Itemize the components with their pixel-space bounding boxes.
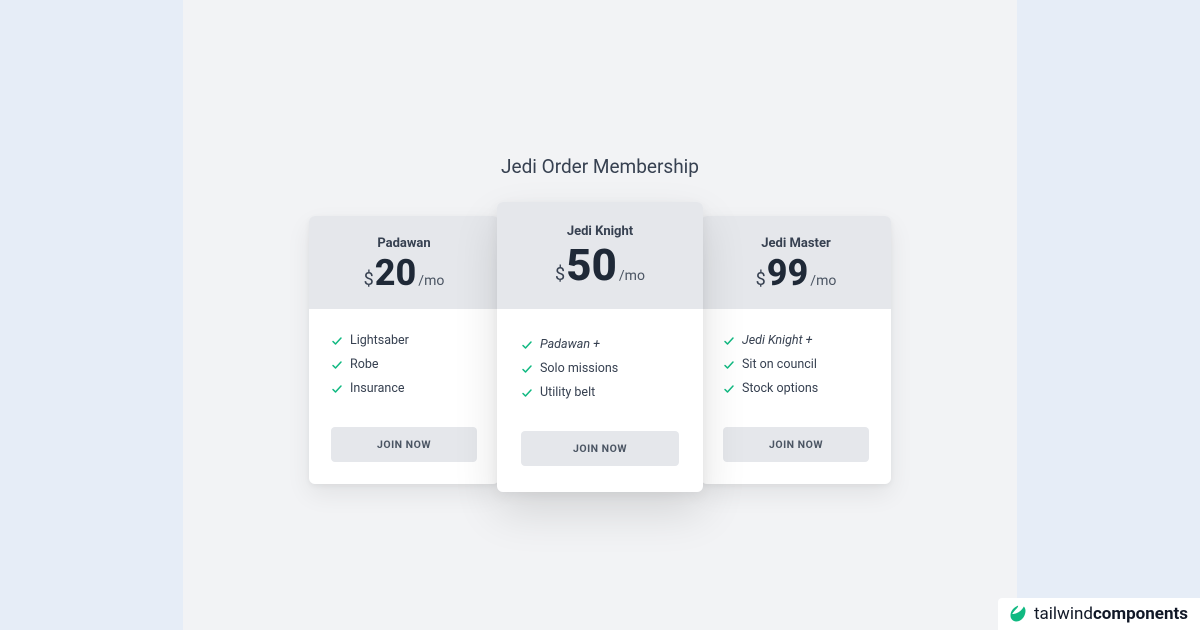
feature-item: Sit on council [723, 353, 869, 377]
feature-item: Utility belt [521, 381, 679, 405]
card-body: Lightsaber Robe Insurance JOIN NOW [309, 309, 499, 484]
feature-item: Insurance [331, 377, 477, 401]
feature-item: Jedi Knight + [723, 329, 869, 353]
feature-text: Insurance [350, 379, 405, 399]
feature-text: Padawan + [540, 335, 600, 355]
currency-symbol: $ [364, 269, 374, 290]
card-body: Jedi Knight + Sit on council Stock optio… [701, 309, 891, 484]
page-canvas: Jedi Order Membership Padawan $ 20 /mo L… [183, 0, 1017, 630]
price-period: /mo [810, 273, 836, 289]
check-icon [521, 387, 533, 399]
tier-name: Padawan [319, 236, 489, 251]
feature-list: Padawan + Solo missions Utility belt [521, 333, 679, 405]
check-icon [723, 359, 735, 371]
tier-name: Jedi Knight [507, 224, 693, 239]
currency-symbol: $ [756, 269, 766, 290]
check-icon [331, 383, 343, 395]
card-body: Padawan + Solo missions Utility belt JOI… [497, 309, 703, 492]
brand-word-2: components [1093, 604, 1188, 624]
check-icon [331, 335, 343, 347]
pricing-cards: Padawan $ 20 /mo Lightsaber Robe [183, 216, 1017, 506]
price-value: 20 [375, 255, 417, 291]
join-button[interactable]: JOIN NOW [331, 427, 477, 462]
feature-text: Sit on council [742, 355, 817, 375]
join-button[interactable]: JOIN NOW [723, 427, 869, 462]
card-header: Jedi Master $ 99 /mo [701, 216, 891, 309]
check-icon [521, 363, 533, 375]
check-icon [331, 359, 343, 371]
check-icon [723, 335, 735, 347]
feature-list: Jedi Knight + Sit on council Stock optio… [723, 329, 869, 401]
feature-list: Lightsaber Robe Insurance [331, 329, 477, 401]
check-icon [521, 339, 533, 351]
feature-item: Robe [331, 353, 477, 377]
feature-item: Lightsaber [331, 329, 477, 353]
currency-symbol: $ [555, 264, 565, 285]
feature-text: Stock options [742, 379, 818, 399]
check-icon [723, 383, 735, 395]
pricing-card-jedi-master: Jedi Master $ 99 /mo Jedi Knight + Sit o… [701, 216, 891, 484]
feature-item: Padawan + [521, 333, 679, 357]
price-period: /mo [418, 273, 444, 289]
pricing-card-jedi-knight: Jedi Knight $ 50 /mo Padawan + Solo miss… [497, 202, 703, 492]
card-header: Jedi Knight $ 50 /mo [497, 202, 703, 309]
price-period: /mo [619, 268, 645, 284]
price-line: $ 99 /mo [711, 255, 881, 291]
feature-text: Lightsaber [350, 331, 409, 351]
brand-text: tailwindcomponents [1034, 604, 1188, 624]
card-header: Padawan $ 20 /mo [309, 216, 499, 309]
feature-text: Robe [350, 355, 378, 375]
price-line: $ 20 /mo [319, 255, 489, 291]
feature-text: Utility belt [540, 383, 595, 403]
leaf-icon [1008, 604, 1028, 624]
tier-name: Jedi Master [711, 236, 881, 251]
feature-item: Stock options [723, 377, 869, 401]
price-line: $ 50 /mo [507, 243, 693, 287]
feature-item: Solo missions [521, 357, 679, 381]
feature-text: Solo missions [540, 359, 618, 379]
page-title: Jedi Order Membership [183, 155, 1017, 178]
price-value: 50 [566, 243, 617, 287]
feature-text: Jedi Knight + [742, 331, 812, 351]
pricing-card-padawan: Padawan $ 20 /mo Lightsaber Robe [309, 216, 499, 484]
join-button[interactable]: JOIN NOW [521, 431, 679, 466]
price-value: 99 [767, 255, 809, 291]
brand-badge: tailwindcomponents [998, 598, 1200, 630]
brand-word-1: tailwind [1034, 604, 1093, 624]
